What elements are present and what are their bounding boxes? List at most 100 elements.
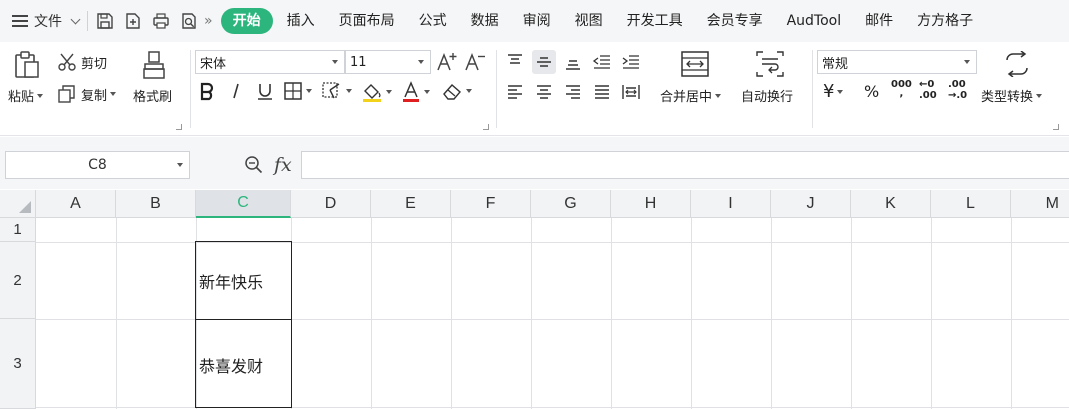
font-size-select[interactable]: 11 [345,50,431,74]
zoom-icon[interactable] [244,155,264,175]
column-header-b[interactable]: B [116,190,196,218]
bold-button[interactable] [195,79,219,103]
column-header-c[interactable]: C [196,190,291,218]
tab-fangfang[interactable]: 方方格子 [905,8,985,34]
borders-button[interactable] [283,81,312,101]
increase-font-size-button[interactable] [435,50,459,74]
gridline [531,218,532,409]
column-header-l[interactable]: L [931,190,1011,218]
gridline [1011,218,1012,409]
number-format-value: 常规 [822,56,849,72]
column-header-a[interactable]: A [36,190,116,218]
copy-button[interactable]: 复制 [57,84,117,104]
italic-button[interactable] [224,79,248,103]
decrease-indent-button[interactable] [590,50,614,74]
row-header-2[interactable]: 2 [0,242,36,319]
fill-color-button[interactable] [361,81,392,103]
cell-style-icon [322,82,340,99]
number-format-select[interactable]: 常规 [817,50,977,74]
tab-member[interactable]: 会员专享 [695,8,775,34]
column-header-i[interactable]: I [691,190,771,218]
percent-button[interactable]: % [864,82,879,101]
justify-button[interactable] [590,80,614,104]
tab-view[interactable]: 视图 [563,8,615,34]
file-menu[interactable]: 文件 [12,6,81,36]
column-header-m[interactable]: M [1011,190,1069,218]
paste-icon[interactable] [12,50,42,80]
print-preview-icon[interactable] [180,12,198,30]
spreadsheet-grid: A B C D E F G H I J K L M 1 2 3 新年快乐 恭喜发… [0,190,1069,409]
tab-page-layout[interactable]: 页面布局 [327,8,407,34]
export-icon[interactable] [124,12,142,30]
currency-button[interactable]: ¥ [823,81,844,102]
number-launcher-icon[interactable] [1053,124,1059,130]
caret-down-icon [386,90,392,94]
more-icon[interactable]: » [204,13,213,29]
row-header-3[interactable]: 3 [0,319,36,409]
font-color-button[interactable] [401,81,430,103]
gridline [451,218,452,409]
formula-input[interactable] [301,151,1069,179]
column-header-d[interactable]: D [291,190,371,218]
align-left-button[interactable] [503,80,527,104]
gridline [691,218,692,409]
row-header-1[interactable]: 1 [0,218,36,242]
format-painter-icon[interactable] [140,50,168,80]
cell-style-button[interactable] [321,81,352,101]
tab-insert[interactable]: 插入 [275,8,327,34]
type-convert-icon[interactable] [1003,51,1031,77]
underline-button[interactable] [253,79,277,103]
align-middle-button[interactable] [532,50,556,74]
align-bottom-button[interactable] [561,50,585,74]
print-icon[interactable] [152,12,170,30]
column-header-h[interactable]: H [611,190,691,218]
column-header-g[interactable]: G [531,190,611,218]
merge-center-icon[interactable] [680,50,710,78]
gridline [771,218,772,409]
function-icon[interactable]: fx [274,154,292,176]
increase-decimal-button[interactable]: ←0 .00 [919,79,937,101]
tab-developer[interactable]: 开发工具 [615,8,695,34]
font-launcher-icon[interactable] [483,124,489,130]
decrease-font-icon [465,52,485,71]
font-name-select[interactable]: 宋体 [195,50,345,74]
increase-indent-button[interactable] [619,50,643,74]
clear-format-button[interactable] [441,81,472,101]
thousands-button[interactable]: 000 , [891,80,912,99]
tab-home[interactable]: 开始 [220,8,273,34]
column-header-k[interactable]: K [851,190,931,218]
wrap-text-icon[interactable] [755,50,785,78]
caret-down-icon [177,163,183,167]
name-box[interactable]: C8 [5,151,190,179]
merge-center-button[interactable]: 合并居中 [660,86,722,105]
align-center-button[interactable] [532,80,556,104]
tab-data[interactable]: 数据 [459,8,511,34]
distributed-button[interactable] [619,80,643,104]
decrease-font-size-button[interactable] [463,50,487,74]
wrap-text-button[interactable]: 自动换行 [741,86,793,105]
column-header-e[interactable]: E [371,190,451,218]
decrease-decimal-button[interactable]: .00 →.0 [948,79,967,101]
save-icon[interactable] [96,12,114,30]
tab-mail[interactable]: 邮件 [853,8,905,34]
select-all-corner[interactable] [0,190,36,218]
tab-formulas[interactable]: 公式 [407,8,459,34]
decrease-decimal-top: .00 [948,79,966,90]
merge-center-label: 合并居中 [660,90,713,105]
paste-button[interactable]: 粘贴 [8,86,44,105]
tab-audtool[interactable]: AudTool [775,8,854,34]
align-right-button[interactable] [561,80,585,104]
align-top-button[interactable] [503,50,527,74]
format-painter-button[interactable]: 格式刷 [133,86,172,105]
increase-indent-icon [622,55,639,69]
column-header-f[interactable]: F [451,190,531,218]
font-name-value: 宋体 [200,56,227,72]
gridline [36,319,1069,320]
cut-button[interactable]: 剪切 [57,52,107,72]
clipboard-group: 粘贴 剪切 复制 格式刷 [0,42,190,136]
clipboard-launcher-icon[interactable] [176,124,182,130]
name-box-value: C8 [88,157,107,173]
column-header-j[interactable]: J [771,190,851,218]
type-convert-button[interactable]: 类型转换 [981,86,1043,105]
tab-review[interactable]: 审阅 [511,8,563,34]
